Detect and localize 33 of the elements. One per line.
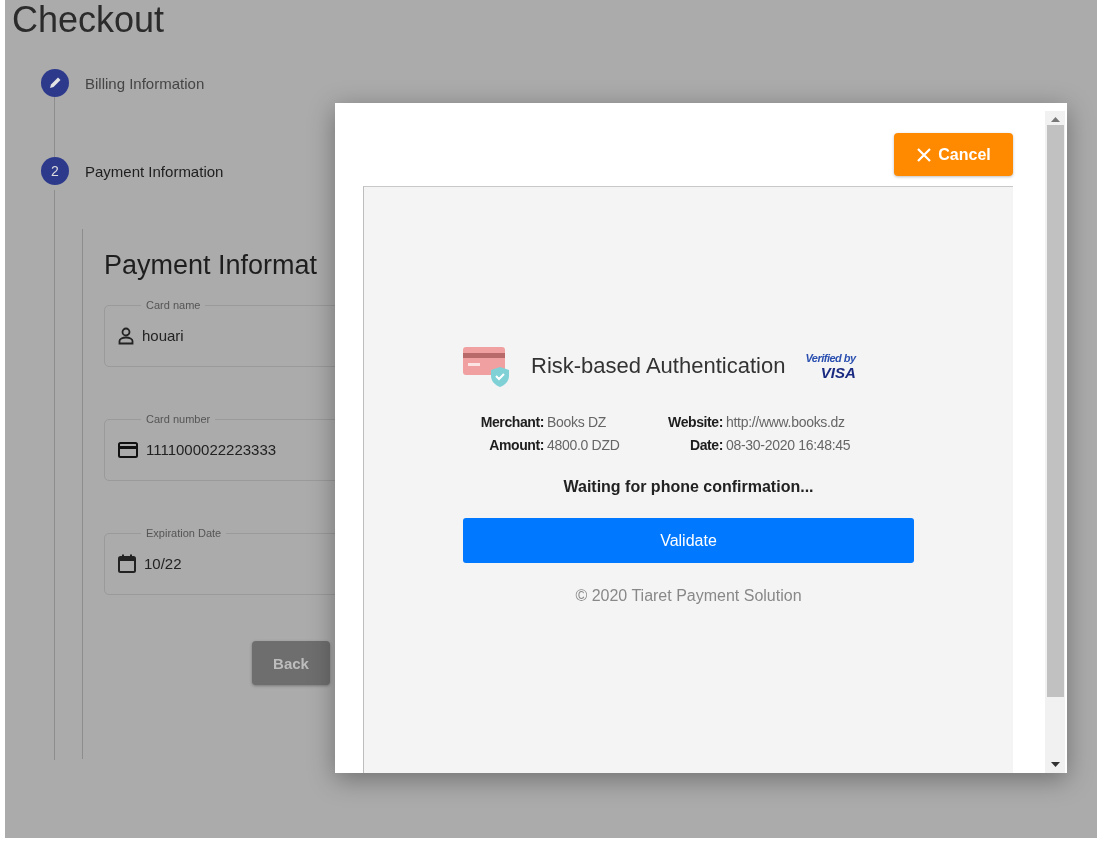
credit-card-icon xyxy=(118,441,138,458)
field-value: 1111000022223333 xyxy=(146,441,277,458)
credit-card-shield-icon xyxy=(463,345,511,387)
detail-value: http://www.books.dz xyxy=(726,414,846,430)
detail-label: Merchant: xyxy=(479,414,544,430)
step-label[interactable]: Payment Information xyxy=(85,162,224,180)
field-value: houari xyxy=(142,327,184,344)
detail-label: Date: xyxy=(689,437,723,453)
person-icon xyxy=(118,326,134,345)
detail-value: Books DZ xyxy=(547,414,608,430)
field-value: 10/22 xyxy=(144,555,182,572)
field-label: Card name xyxy=(145,299,202,311)
verified-by-visa-logo: Verified by VISA xyxy=(805,351,856,381)
calendar-icon xyxy=(118,554,136,573)
detail-value: 4800.0 DZD xyxy=(547,437,621,453)
step-label[interactable]: Billing Information xyxy=(85,74,205,92)
step-number: 2 xyxy=(41,157,69,185)
copyright-text: © 2020 Tiaret Payment Solution xyxy=(574,587,803,605)
dialog-title: Risk-based Authentication xyxy=(531,353,786,379)
page-title: Checkout xyxy=(12,0,165,40)
detail-value: 08-30-2020 16:48:45 xyxy=(726,437,852,453)
close-icon xyxy=(916,146,933,163)
scroll-up-icon[interactable] xyxy=(1050,117,1060,123)
scrollbar-thumb[interactable] xyxy=(1046,125,1064,697)
scrollbar[interactable] xyxy=(1045,111,1065,773)
scroll-down-icon[interactable] xyxy=(1050,761,1060,767)
detail-label: Website: xyxy=(667,414,723,430)
status-message: Waiting for phone confirmation... xyxy=(562,478,815,496)
detail-label: Amount: xyxy=(488,437,544,453)
field-label: Expiration Date xyxy=(145,527,223,539)
section-heading: Payment Informat xyxy=(104,249,318,281)
field-label: Card number xyxy=(145,413,212,425)
validate-button[interactable]: Validate xyxy=(463,518,914,563)
